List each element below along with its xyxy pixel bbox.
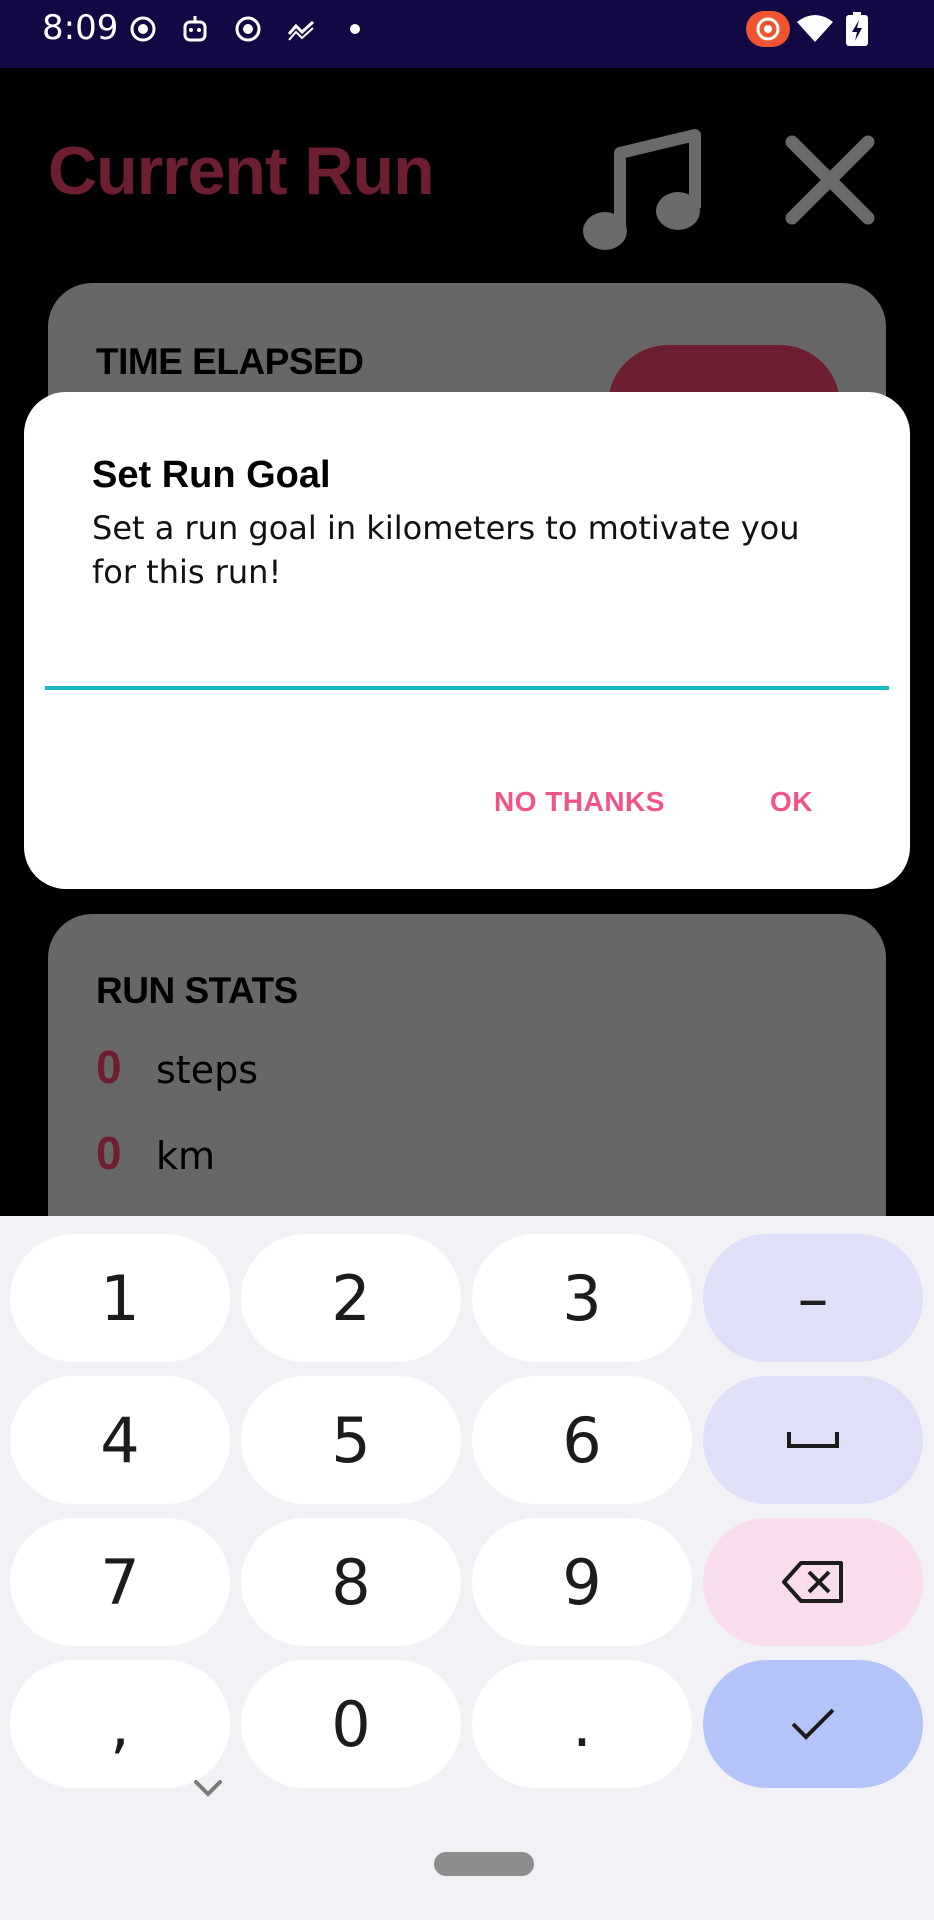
set-run-goal-dialog: Set Run Goal Set a run goal in kilometer… (24, 392, 910, 889)
key-comma[interactable]: , (10, 1660, 230, 1788)
page-title: Current Run (48, 133, 435, 209)
battery-charging-icon (846, 12, 868, 46)
hide-keyboard-chevron-icon[interactable] (190, 1776, 226, 1800)
distance-value: 0 (96, 1127, 122, 1179)
wifi-icon (797, 15, 833, 42)
backspace-icon (782, 1561, 843, 1603)
key-enter[interactable] (703, 1660, 923, 1788)
dot-icon (350, 24, 360, 34)
home-gesture-handle[interactable] (434, 1852, 534, 1876)
record-icon (235, 16, 261, 42)
run-goal-input[interactable] (45, 602, 889, 690)
analytics-icon (287, 20, 315, 41)
distance-unit: km (156, 1134, 216, 1178)
steps-value: 0 (96, 1041, 122, 1093)
key-9[interactable]: 9 (472, 1518, 692, 1646)
key-1[interactable]: 1 (10, 1234, 230, 1362)
dialog-message: Set a run goal in kilometers to motivate… (92, 509, 800, 591)
dialog-title: Set Run Goal (92, 454, 331, 496)
run-stats-heading: RUN STATS (96, 970, 298, 1011)
distance-stat: 0 km (96, 1126, 215, 1180)
key-dash[interactable]: – (703, 1234, 923, 1362)
key-6[interactable]: 6 (472, 1376, 692, 1504)
key-2[interactable]: 2 (241, 1234, 461, 1362)
key-7[interactable]: 7 (10, 1518, 230, 1646)
no-thanks-button[interactable]: NO THANKS (494, 786, 665, 818)
key-space[interactable] (703, 1376, 923, 1504)
key-3[interactable]: 3 (472, 1234, 692, 1362)
key-5[interactable]: 5 (241, 1376, 461, 1504)
numeric-keyboard: 1 2 3 – 4 5 6 7 8 9 , 0 . (0, 1216, 934, 1920)
key-8[interactable]: 8 (241, 1518, 461, 1646)
close-icon[interactable] (780, 130, 880, 230)
music-note-icon[interactable] (580, 123, 710, 258)
key-0[interactable]: 0 (241, 1660, 461, 1788)
status-time: 8:09 (42, 8, 119, 48)
ok-button[interactable]: OK (770, 786, 813, 818)
record-icon (130, 16, 156, 42)
key-period[interactable]: . (472, 1660, 692, 1788)
checkmark-icon (791, 1708, 835, 1740)
key-4[interactable]: 4 (10, 1376, 230, 1504)
space-bar-icon (787, 1432, 839, 1448)
key-backspace[interactable] (703, 1518, 923, 1646)
status-bar: 8:09 (0, 0, 934, 68)
steps-unit: steps (156, 1048, 258, 1092)
steps-stat: 0 steps (96, 1040, 258, 1094)
time-elapsed-heading: TIME ELAPSED (96, 341, 364, 382)
robot-icon (183, 16, 207, 42)
screen-record-icon (746, 11, 790, 47)
